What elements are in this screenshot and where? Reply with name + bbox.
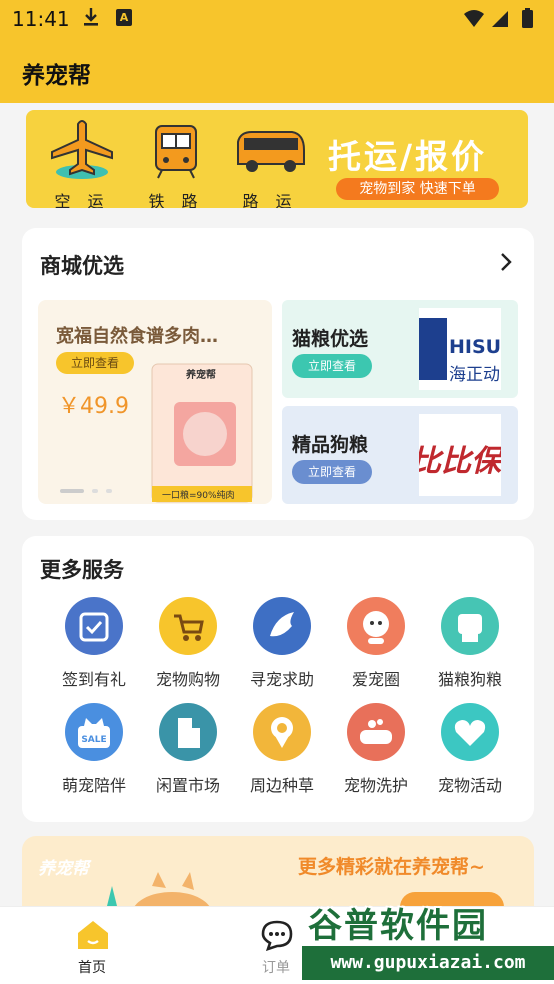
pet-food-bag-image: [151, 363, 253, 503]
app-header: 11:41 A 养宠帮: [0, 0, 554, 103]
bag-brand-text: 养宠帮: [186, 370, 216, 381]
calendar-check-icon: [65, 597, 123, 655]
service-label: 周边种草: [249, 776, 314, 795]
featured-view-button[interactable]: 立即查看: [56, 352, 134, 374]
air-shipping-label: 空 运: [54, 192, 110, 208]
shipping-banner[interactable]: 空 运 铁 路 路 运 托运/报价 宠物到家 快速下单: [26, 110, 528, 208]
services-title: 更多服务: [40, 558, 124, 582]
bathtub-icon: [347, 703, 405, 761]
road-shipping-option[interactable]: 路 运: [230, 118, 310, 208]
service-label: 签到有礼: [61, 670, 126, 689]
watermark-url: www.gupuxiazai.com: [302, 946, 554, 980]
services-section: 更多服务 签到有礼 宠物购物 寻宠求助 爱宠圈 猫粮狗粮 SALE 萌宠陪伴 闲置市场 周边种草…: [22, 536, 534, 822]
service-label: 猫粮狗粮: [437, 670, 502, 689]
dog-food-name: 精品狗粮: [292, 434, 369, 456]
service-label: 宠物购物: [155, 670, 220, 689]
road-shipping-label: 路 运: [242, 192, 298, 208]
location-icon: [253, 703, 311, 761]
quick-order-button[interactable]: 宠物到家 快速下单: [336, 178, 499, 200]
bird-icon: [253, 597, 311, 655]
train-icon: [155, 125, 197, 179]
mall-section: 商城优选 宽福自然食谱多肉… 立即查看 ￥49.9 养宠帮 一口粮=90%纯肉 …: [22, 228, 534, 520]
featured-product-name: 宽福自然食谱多肉…: [56, 326, 218, 347]
service-label: 闲置市场: [155, 776, 220, 795]
home-icon: [78, 921, 108, 949]
promo-text: 更多精彩就在养宠帮~: [298, 856, 485, 878]
building-icon: [159, 703, 217, 761]
cat-food-card[interactable]: 猫粮优选 立即查看 HISU 海正动: [282, 300, 518, 398]
watermark-title: 谷普软件园: [308, 906, 488, 946]
cat-food-brand-logo: HISU 海正动: [419, 308, 501, 390]
battery-icon: [522, 10, 533, 28]
page-title: 养宠帮: [22, 63, 91, 89]
svg-text:SALE: SALE: [81, 735, 106, 745]
pet-food-icon: [441, 597, 499, 655]
mall-title: 商城优选: [40, 254, 124, 278]
chat-bubble-icon: [261, 920, 293, 951]
carousel-indicator: [60, 489, 112, 493]
sale-bag-icon: SALE: [65, 703, 123, 761]
service-label: 宠物活动: [437, 776, 502, 795]
service-label: 宠物洗护: [343, 776, 408, 795]
featured-product-card[interactable]: 宽福自然食谱多肉… 立即查看 ￥49.9 养宠帮 一口粮=90%纯肉: [38, 300, 272, 504]
dog-food-card[interactable]: 精品狗粮 立即查看 比比保: [282, 406, 518, 504]
chevron-right-icon[interactable]: [498, 252, 514, 272]
airplane-icon: [51, 120, 113, 179]
tab-home-label: 首页: [78, 960, 106, 976]
air-shipping-option[interactable]: 空 运: [42, 118, 122, 208]
bag-caption-text: 一口粮=90%纯肉: [162, 491, 235, 501]
watermark: 谷普软件园 www.gupuxiazai.com: [300, 896, 554, 984]
service-label: 寻宠求助: [249, 670, 314, 689]
wifi-icon: [464, 10, 484, 27]
rail-shipping-option[interactable]: 铁 路: [136, 118, 216, 208]
dog-food-view-button[interactable]: 立即查看: [292, 460, 372, 484]
rail-shipping-label: 铁 路: [148, 192, 204, 208]
signal-icon: [492, 11, 508, 27]
status-bar: 11:41 A: [0, 0, 554, 38]
status-time: 11:41: [12, 7, 70, 31]
bus-icon: [237, 131, 305, 172]
a-notification-icon: A: [116, 9, 132, 26]
banner-slogan: 托运/报价: [328, 137, 488, 176]
service-label: 萌宠陪伴: [61, 776, 126, 795]
dog-food-brand-logo: 比比保: [419, 414, 501, 496]
featured-price: ￥49.9: [58, 394, 129, 419]
cat-food-name: 猫粮优选: [292, 328, 369, 350]
download-icon: [84, 8, 98, 26]
heart-icon: [441, 703, 499, 761]
shopping-cart-icon: [159, 597, 217, 655]
pet-face-icon: [347, 597, 405, 655]
cat-food-view-button[interactable]: 立即查看: [292, 354, 372, 378]
status-icons: [464, 8, 533, 28]
tab-home[interactable]: 首页: [32, 907, 152, 984]
service-label: 爱宠圈: [351, 670, 400, 689]
